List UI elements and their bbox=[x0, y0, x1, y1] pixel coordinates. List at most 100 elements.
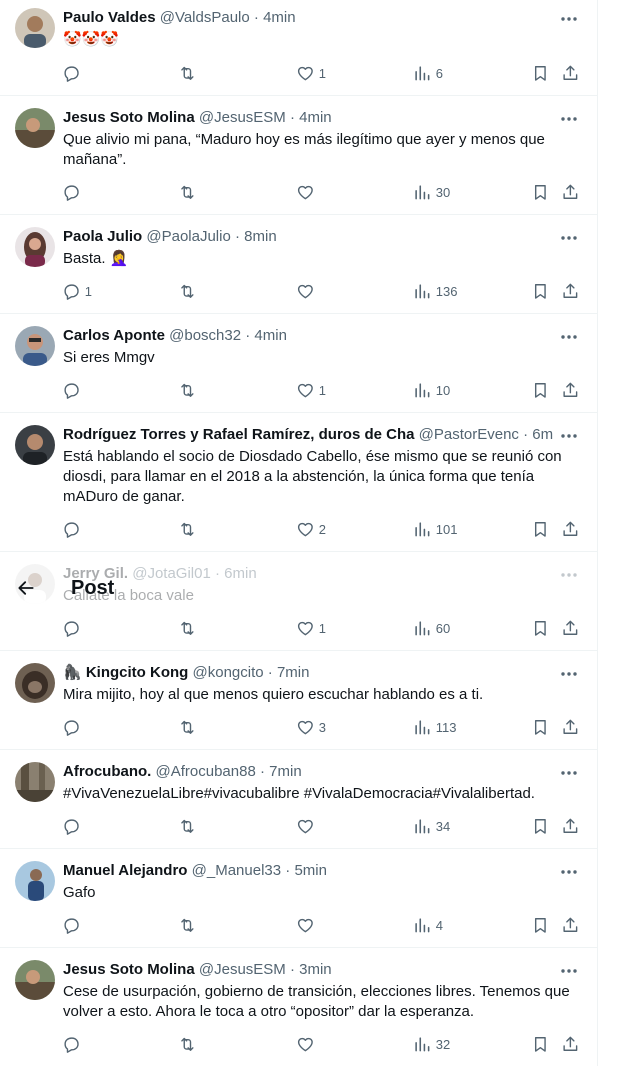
avatar[interactable] bbox=[15, 762, 55, 802]
author-name[interactable]: Paulo Valdes bbox=[63, 9, 156, 26]
like-button[interactable]: 1 bbox=[296, 61, 326, 85]
tweet[interactable]: Carlos Aponte @bosch32 · 4min Si eres Mm… bbox=[0, 314, 597, 413]
author-handle[interactable]: @JesusESM bbox=[199, 109, 286, 126]
timestamp[interactable]: 6min bbox=[532, 426, 553, 443]
like-button[interactable] bbox=[296, 279, 319, 303]
tweet[interactable]: 🦍 Kingcito Kong @kongcito · 7min Mira mi… bbox=[0, 651, 597, 750]
views-button[interactable]: 10 bbox=[413, 378, 450, 402]
more-icon[interactable] bbox=[559, 664, 579, 684]
author-handle[interactable]: @ValdsPaulo bbox=[160, 9, 250, 26]
more-icon[interactable] bbox=[559, 426, 579, 446]
tweet[interactable]: Rodríguez Torres y Rafael Ramírez, duros… bbox=[0, 413, 597, 552]
bookmark-button[interactable] bbox=[531, 61, 550, 85]
reply-button[interactable] bbox=[62, 378, 85, 402]
more-icon[interactable] bbox=[559, 228, 579, 248]
timestamp[interactable]: 7min bbox=[277, 664, 310, 681]
retweet-button[interactable] bbox=[178, 814, 201, 838]
back-arrow-icon[interactable] bbox=[14, 576, 38, 600]
reply-button[interactable] bbox=[62, 715, 85, 739]
share-button[interactable] bbox=[561, 180, 580, 204]
reply-button[interactable] bbox=[62, 1032, 85, 1056]
bookmark-button[interactable] bbox=[531, 378, 550, 402]
reply-button[interactable] bbox=[62, 517, 85, 541]
bookmark-button[interactable] bbox=[531, 616, 550, 640]
author-handle[interactable]: @JesusESM bbox=[199, 961, 286, 978]
author-handle[interactable]: @Afrocuban88 bbox=[156, 763, 256, 780]
bookmark-button[interactable] bbox=[531, 715, 550, 739]
tweet[interactable]: Afrocubano. @Afrocuban88 · 7min #VivaVen… bbox=[0, 750, 597, 849]
retweet-button[interactable] bbox=[178, 378, 201, 402]
bookmark-button[interactable] bbox=[531, 517, 550, 541]
views-button[interactable]: 136 bbox=[413, 279, 457, 303]
tweet[interactable]: Jesus Soto Molina @JesusESM · 3min Cese … bbox=[0, 948, 597, 1066]
author-name[interactable]: 🦍 Kingcito Kong bbox=[63, 664, 188, 681]
views-button[interactable]: 113 bbox=[413, 715, 456, 739]
tweet[interactable]: Paulo Valdes @ValdsPaulo · 4min 🤡🤡🤡 1 6 bbox=[0, 0, 597, 96]
like-button[interactable]: 1 bbox=[296, 378, 326, 402]
tweet[interactable]: Paola Julio @PaolaJulio · 8min Basta. 🤦‍… bbox=[0, 215, 597, 314]
views-button[interactable]: 32 bbox=[413, 1032, 450, 1056]
avatar[interactable] bbox=[15, 960, 55, 1000]
author-name[interactable]: Jesus Soto Molina bbox=[63, 109, 195, 126]
avatar[interactable] bbox=[15, 326, 55, 366]
author-name[interactable]: Afrocubano. bbox=[63, 763, 151, 780]
timestamp[interactable]: 8min bbox=[244, 228, 277, 245]
more-icon[interactable] bbox=[559, 961, 579, 981]
retweet-button[interactable] bbox=[178, 180, 201, 204]
reply-button[interactable] bbox=[62, 616, 85, 640]
retweet-button[interactable] bbox=[178, 1032, 201, 1056]
like-button[interactable] bbox=[296, 180, 319, 204]
avatar[interactable] bbox=[15, 108, 55, 148]
reply-button[interactable] bbox=[62, 61, 85, 85]
avatar[interactable] bbox=[15, 8, 55, 48]
timestamp[interactable]: 4min bbox=[299, 109, 332, 126]
views-button[interactable]: 4 bbox=[413, 913, 443, 937]
reply-button[interactable]: 1 bbox=[62, 279, 92, 303]
share-button[interactable] bbox=[561, 1032, 580, 1056]
timestamp[interactable]: 5min bbox=[294, 862, 327, 879]
like-button[interactable]: 2 bbox=[296, 517, 326, 541]
timestamp[interactable]: 7min bbox=[269, 763, 302, 780]
reply-button[interactable] bbox=[62, 913, 85, 937]
avatar[interactable] bbox=[15, 861, 55, 901]
views-button[interactable]: 34 bbox=[413, 814, 450, 838]
timestamp[interactable]: 3min bbox=[299, 961, 332, 978]
author-handle[interactable]: @PaolaJulio bbox=[146, 228, 230, 245]
more-icon[interactable] bbox=[559, 9, 579, 29]
timestamp[interactable]: 4min bbox=[263, 9, 296, 26]
views-button[interactable]: 60 bbox=[413, 616, 450, 640]
retweet-button[interactable] bbox=[178, 913, 201, 937]
bookmark-button[interactable] bbox=[531, 180, 550, 204]
share-button[interactable] bbox=[561, 279, 580, 303]
avatar[interactable] bbox=[15, 663, 55, 703]
author-name[interactable]: Manuel Alejandro bbox=[63, 862, 187, 879]
more-icon[interactable] bbox=[559, 862, 579, 882]
share-button[interactable] bbox=[561, 517, 580, 541]
author-name[interactable]: Jesus Soto Molina bbox=[63, 961, 195, 978]
author-handle[interactable]: @PastorEvenc bbox=[419, 426, 519, 443]
retweet-button[interactable] bbox=[178, 616, 201, 640]
share-button[interactable] bbox=[561, 61, 580, 85]
author-name[interactable]: Rodríguez Torres y Rafael Ramírez, duros… bbox=[63, 426, 414, 443]
like-button[interactable] bbox=[296, 814, 319, 838]
views-button[interactable]: 30 bbox=[413, 180, 450, 204]
author-handle[interactable]: @kongcito bbox=[193, 664, 264, 681]
like-button[interactable] bbox=[296, 913, 319, 937]
retweet-button[interactable] bbox=[178, 715, 201, 739]
more-icon[interactable] bbox=[559, 763, 579, 783]
retweet-button[interactable] bbox=[178, 61, 201, 85]
bookmark-button[interactable] bbox=[531, 1032, 550, 1056]
share-button[interactable] bbox=[561, 814, 580, 838]
more-icon[interactable] bbox=[559, 327, 579, 347]
bookmark-button[interactable] bbox=[531, 814, 550, 838]
retweet-button[interactable] bbox=[178, 517, 201, 541]
like-button[interactable]: 1 bbox=[296, 616, 326, 640]
like-button[interactable] bbox=[296, 1032, 319, 1056]
author-name[interactable]: Paola Julio bbox=[63, 228, 142, 245]
views-button[interactable]: 6 bbox=[413, 61, 443, 85]
share-button[interactable] bbox=[561, 715, 580, 739]
author-handle[interactable]: @_Manuel33 bbox=[192, 862, 281, 879]
bookmark-button[interactable] bbox=[531, 913, 550, 937]
like-button[interactable]: 3 bbox=[296, 715, 326, 739]
retweet-button[interactable] bbox=[178, 279, 201, 303]
